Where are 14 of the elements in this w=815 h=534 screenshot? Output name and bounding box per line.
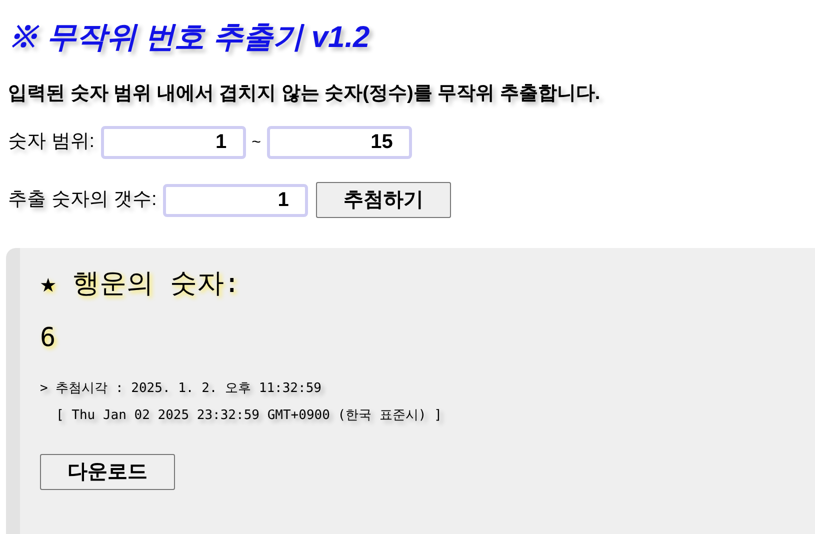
lucky-number: 6 bbox=[40, 322, 56, 354]
download-button[interactable]: 다운로드 bbox=[40, 454, 175, 490]
range-to-field[interactable]: 15 bbox=[266, 126, 412, 159]
count-field[interactable]: 1 bbox=[162, 184, 308, 216]
range-label: 숫자 범위: bbox=[8, 130, 95, 154]
page-title: ※ 무작위 번호 추출기 v1.2 bbox=[8, 20, 370, 56]
draw-button[interactable]: 추첨하기 bbox=[316, 182, 451, 218]
draw-time-full: [ Thu Jan 02 2025 23:32:59 GMT+0900 (한국 표준시) ] bbox=[56, 407, 443, 425]
range-separator: ~ bbox=[252, 132, 261, 152]
result-heading: ★ 행운의 숫자: bbox=[40, 267, 242, 301]
description: 입력된 숫자 범위 내에서 겹치지 않는 숫자(정수)를 무작위 추출합니다. bbox=[8, 82, 602, 106]
count-label: 추출 숫자의 갯수: bbox=[8, 188, 157, 212]
draw-time: > 추첨시각 : 2025. 1. 2. 오후 11:32:59 bbox=[40, 380, 322, 398]
range-from-field[interactable]: 1 bbox=[100, 126, 246, 159]
